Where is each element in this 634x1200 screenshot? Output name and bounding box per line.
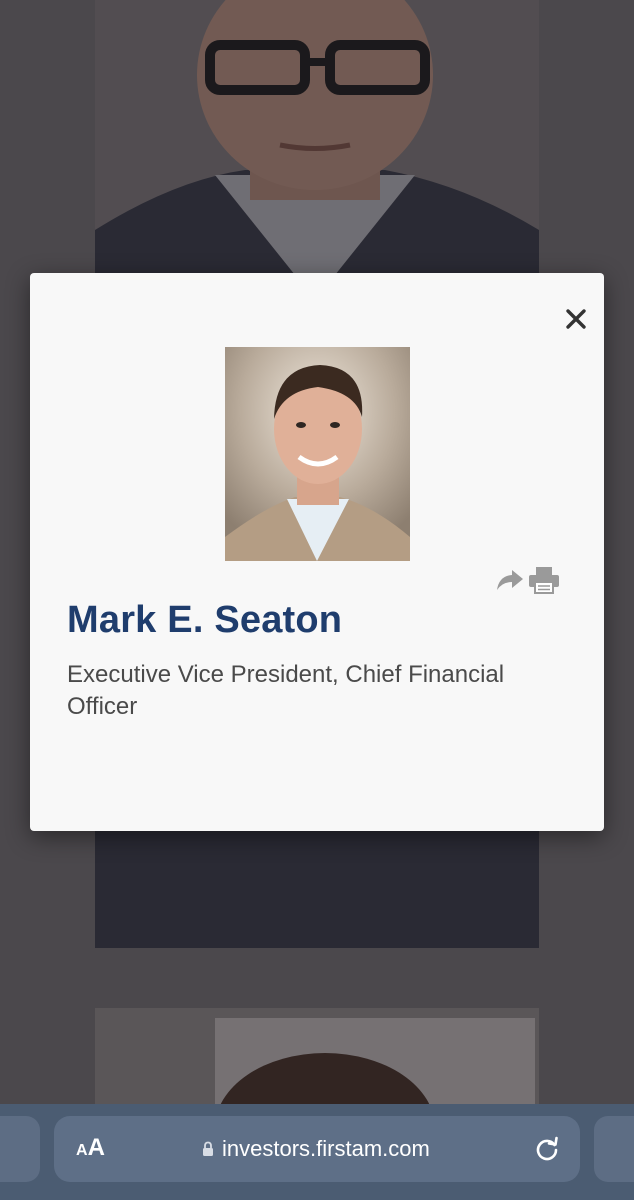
address-bar[interactable]: A A investors.firstam.com (54, 1116, 580, 1182)
text-size-small-label: A (76, 1142, 88, 1159)
person-name: Mark E. Seaton (67, 599, 343, 641)
share-icon (497, 570, 523, 590)
browser-toolbar: A A investors.firstam.com (0, 1104, 634, 1200)
person-title: Executive Vice President, Chief Financia… (67, 661, 505, 720)
bio-modal: Mark E. Seaton Executive Vice President,… (30, 273, 604, 831)
action-icons (495, 565, 561, 595)
lock-icon (203, 1141, 213, 1156)
close-icon (566, 309, 586, 329)
print-icon (529, 567, 559, 594)
share-button[interactable] (495, 567, 525, 593)
previous-tab-preview[interactable] (0, 1116, 40, 1182)
person-photo (225, 347, 410, 561)
text-size-large-label: A (87, 1134, 105, 1161)
close-button[interactable] (562, 305, 590, 333)
reload-button[interactable] (532, 1134, 562, 1164)
print-button[interactable] (527, 565, 561, 595)
url-display[interactable]: investors.firstam.com (202, 1136, 430, 1162)
reload-icon (536, 1136, 558, 1161)
next-tab-preview[interactable] (594, 1116, 634, 1182)
text-size-button[interactable]: A A (76, 1134, 105, 1162)
url-text: investors.firstam.com (222, 1136, 430, 1161)
